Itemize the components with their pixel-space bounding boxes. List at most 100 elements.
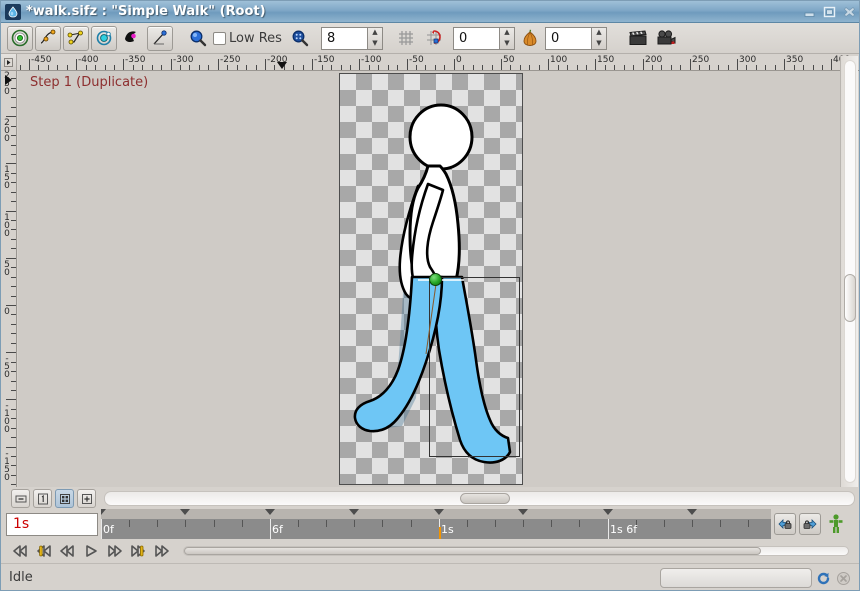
play-icon[interactable] bbox=[79, 540, 103, 562]
time-slider-thumb[interactable] bbox=[184, 547, 761, 555]
ruler-tick bbox=[6, 116, 16, 117]
status-message: Idle bbox=[9, 570, 33, 585]
ruler-tick bbox=[11, 465, 16, 466]
artboard[interactable] bbox=[339, 73, 523, 485]
show-width-handles-button[interactable] bbox=[147, 25, 173, 51]
ruler-tick bbox=[492, 65, 493, 70]
clapperboard-icon[interactable] bbox=[625, 26, 651, 51]
keyframe-marker[interactable] bbox=[180, 509, 190, 515]
origin-duck[interactable] bbox=[429, 273, 442, 286]
canvas-horizontal-scrollbar[interactable] bbox=[104, 491, 855, 506]
maximize-button[interactable] bbox=[821, 4, 838, 20]
show-radius-handles-button[interactable] bbox=[91, 25, 117, 51]
keyframe-marker[interactable] bbox=[603, 509, 613, 515]
ruler-label: 250 bbox=[692, 55, 710, 65]
onion-icon[interactable] bbox=[517, 26, 543, 51]
spin-up-arrow[interactable]: ▲ bbox=[372, 29, 377, 36]
past-onion-input[interactable] bbox=[452, 26, 499, 50]
magnifier-dots-icon[interactable] bbox=[287, 26, 313, 51]
canvas-vertical-scrollbar[interactable] bbox=[840, 56, 858, 487]
vertical-ruler-cursor bbox=[5, 75, 12, 85]
keyframe-marker[interactable] bbox=[687, 509, 697, 515]
future-onion-input[interactable] bbox=[544, 26, 591, 50]
show-vertex-handles-button[interactable] bbox=[63, 25, 89, 51]
keyframe-marker[interactable] bbox=[434, 509, 444, 515]
toggle-background-rendering-button[interactable] bbox=[7, 25, 33, 51]
ruler-tick bbox=[359, 59, 360, 70]
step-back-icon[interactable] bbox=[55, 540, 79, 562]
time-slider[interactable] bbox=[183, 546, 849, 556]
timebar-tick bbox=[214, 520, 215, 527]
ruler-tick bbox=[11, 145, 16, 146]
show-position-handles-button[interactable] bbox=[35, 25, 61, 51]
ruler-tick bbox=[171, 59, 172, 70]
ruler-corner-button[interactable] bbox=[1, 54, 17, 70]
keyframe-marker[interactable] bbox=[101, 509, 106, 515]
time-cursor[interactable] bbox=[439, 527, 441, 539]
spin-down-arrow[interactable]: ▼ bbox=[504, 39, 509, 47]
canvas-area[interactable]: Step 1 (Duplicate) bbox=[18, 71, 840, 487]
ruler-tick bbox=[624, 65, 625, 70]
vscroll-thumb[interactable] bbox=[844, 274, 856, 322]
past-keyframe-lock-button[interactable] bbox=[774, 513, 796, 535]
past-onion-spinner[interactable]: ▲ ▼ bbox=[452, 26, 515, 50]
quality-input[interactable] bbox=[320, 26, 367, 50]
status-bar: Idle bbox=[1, 563, 859, 590]
ruler-label: -250 bbox=[220, 55, 241, 65]
future-keyframe-lock-button[interactable] bbox=[799, 513, 821, 535]
spin-down-arrow[interactable]: ▼ bbox=[372, 39, 377, 47]
low-res-checkbox[interactable] bbox=[213, 31, 226, 45]
spin-up-arrow[interactable]: ▲ bbox=[504, 29, 509, 36]
green-person-icon[interactable] bbox=[827, 513, 845, 535]
timebar-tick bbox=[495, 520, 496, 527]
window-controls bbox=[801, 4, 858, 20]
ruler-label: -100 bbox=[361, 55, 382, 65]
skip-to-start-icon[interactable] bbox=[7, 540, 31, 562]
ruler-tick bbox=[567, 65, 568, 70]
spin-down-arrow[interactable]: ▼ bbox=[596, 39, 601, 47]
ruler-tick bbox=[11, 381, 16, 382]
show-tangent-handles-button[interactable] bbox=[119, 26, 145, 51]
magnifier-minus-icon[interactable] bbox=[185, 26, 211, 51]
minimize-button[interactable] bbox=[801, 4, 818, 20]
grid-icon[interactable] bbox=[393, 26, 419, 51]
skip-to-end-icon[interactable] bbox=[151, 540, 175, 562]
next-keyframe-icon[interactable] bbox=[127, 540, 151, 562]
minus-box-icon[interactable] bbox=[11, 489, 30, 508]
movie-camera-icon[interactable] bbox=[653, 26, 679, 51]
timebar-tick bbox=[411, 520, 412, 527]
horizontal-ruler[interactable]: -450 -400 -350 -300 -250 -200 -150 -100 -50 0 50 10… bbox=[1, 54, 859, 71]
step-forward-icon[interactable] bbox=[103, 540, 127, 562]
current-time-field[interactable]: 1s bbox=[6, 512, 98, 536]
timebar[interactable]: 0f 6f 1s 1s 6f bbox=[101, 509, 771, 539]
keyframe-marker[interactable] bbox=[349, 509, 359, 515]
past-onion-spin-arrows[interactable]: ▲ ▼ bbox=[498, 26, 515, 50]
ruler-tick bbox=[199, 65, 200, 70]
ruler-tick bbox=[369, 65, 370, 70]
ruler-tick bbox=[831, 59, 832, 70]
timebar-tick bbox=[467, 520, 468, 527]
hscroll-thumb[interactable] bbox=[460, 493, 510, 504]
future-onion-spinner[interactable]: ▲ ▼ bbox=[544, 26, 607, 50]
ruler-tick bbox=[11, 192, 16, 193]
quality-spinner[interactable]: ▲ ▼ bbox=[320, 26, 383, 50]
refresh-icon[interactable] bbox=[816, 571, 831, 589]
plus-box-icon[interactable] bbox=[77, 489, 96, 508]
four-dots-box-icon[interactable] bbox=[55, 489, 74, 508]
one-box-icon[interactable] bbox=[33, 489, 52, 508]
grid-snap-icon[interactable] bbox=[421, 26, 447, 51]
ruler-tick bbox=[709, 65, 710, 70]
future-onion-spin-arrows[interactable]: ▲ ▼ bbox=[590, 26, 607, 50]
keyframe-marker[interactable] bbox=[518, 509, 528, 515]
ruler-tick bbox=[388, 65, 389, 70]
prev-keyframe-icon[interactable] bbox=[31, 540, 55, 562]
vscroll-track[interactable] bbox=[844, 60, 856, 483]
quality-spin-arrows[interactable]: ▲ ▼ bbox=[366, 26, 383, 50]
ruler-tick bbox=[595, 59, 596, 70]
ruler-tick bbox=[558, 65, 559, 70]
spin-up-arrow[interactable]: ▲ bbox=[596, 29, 601, 36]
keyframe-marker[interactable] bbox=[265, 509, 275, 515]
close-button[interactable] bbox=[841, 4, 858, 20]
vertical-ruler[interactable]: 250200150100500-50-100-150 bbox=[1, 71, 17, 487]
ruler-label: 350 bbox=[786, 55, 804, 65]
